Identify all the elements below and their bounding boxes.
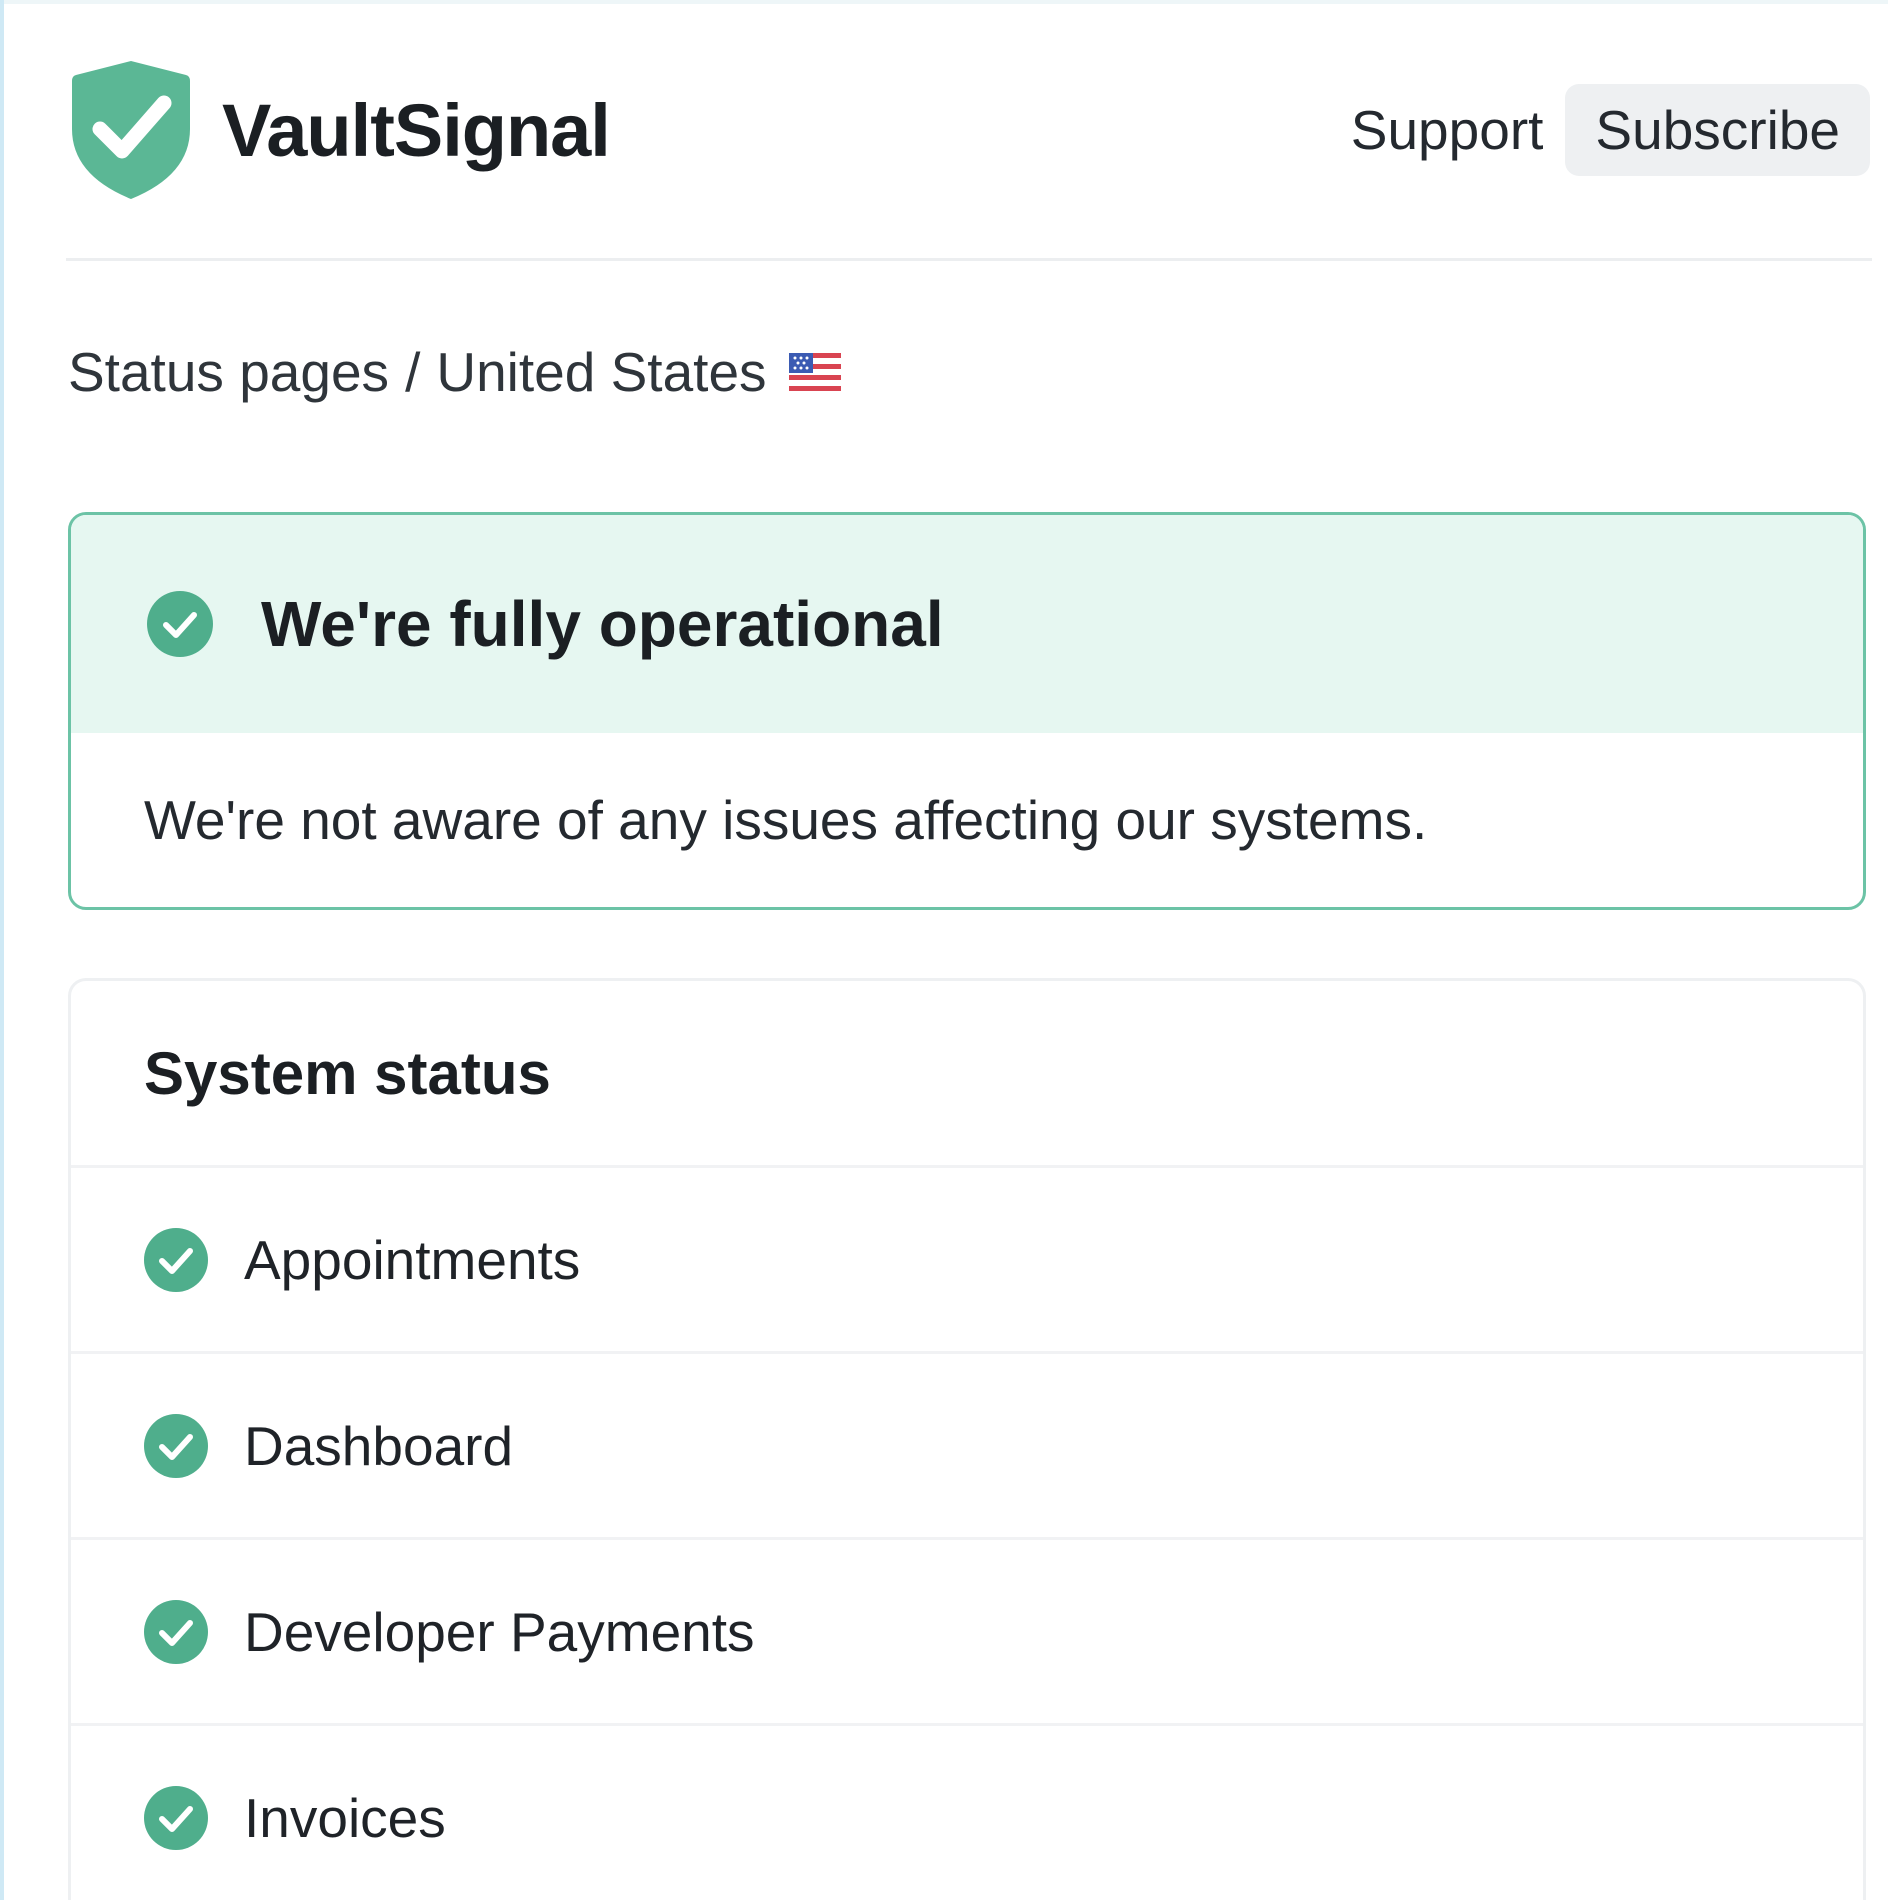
status-message: We're not aware of any issues affecting … [144,789,1428,851]
shield-check-icon [72,61,190,199]
check-circle-icon [144,1413,208,1478]
system-status-title: System status [71,981,1863,1168]
check-circle-icon [144,1599,208,1664]
support-link[interactable]: Support [1351,98,1544,162]
window-top-edge [0,0,1888,4]
brand-name: VaultSignal [222,88,611,172]
check-circle-icon [147,591,213,657]
operational-banner: We're fully operational We're not aware … [68,512,1866,910]
breadcrumb: Status pages / United States [68,340,841,404]
breadcrumb-status-pages[interactable]: Status pages [68,340,389,404]
header-nav: Support Subscribe [1351,84,1870,176]
check-circle-icon [144,1227,208,1292]
component-name: Developer Payments [244,1600,755,1663]
check-circle-icon [144,1785,208,1850]
component-row-invoices[interactable]: Invoices [71,1726,1863,1900]
component-name: Appointments [244,1228,581,1291]
us-flag-icon [788,353,841,391]
window-left-edge [0,0,4,1900]
site-header: VaultSignal Support Subscribe [68,55,1870,205]
breadcrumb-separator: / [405,341,421,403]
component-name: Invoices [244,1786,446,1849]
breadcrumb-current: United States [436,341,767,403]
component-name: Dashboard [244,1414,514,1477]
component-row-appointments[interactable]: Appointments [71,1168,1863,1354]
system-status-card: System status Appointments Dashboard Dev… [68,978,1866,1900]
status-title: We're fully operational [261,588,944,660]
component-row-developer-payments[interactable]: Developer Payments [71,1540,1863,1726]
component-row-dashboard[interactable]: Dashboard [71,1354,1863,1540]
subscribe-button[interactable]: Subscribe [1565,84,1870,176]
operational-banner-header: We're fully operational [71,515,1863,733]
header-divider [66,258,1872,261]
brand[interactable]: VaultSignal [68,57,611,203]
